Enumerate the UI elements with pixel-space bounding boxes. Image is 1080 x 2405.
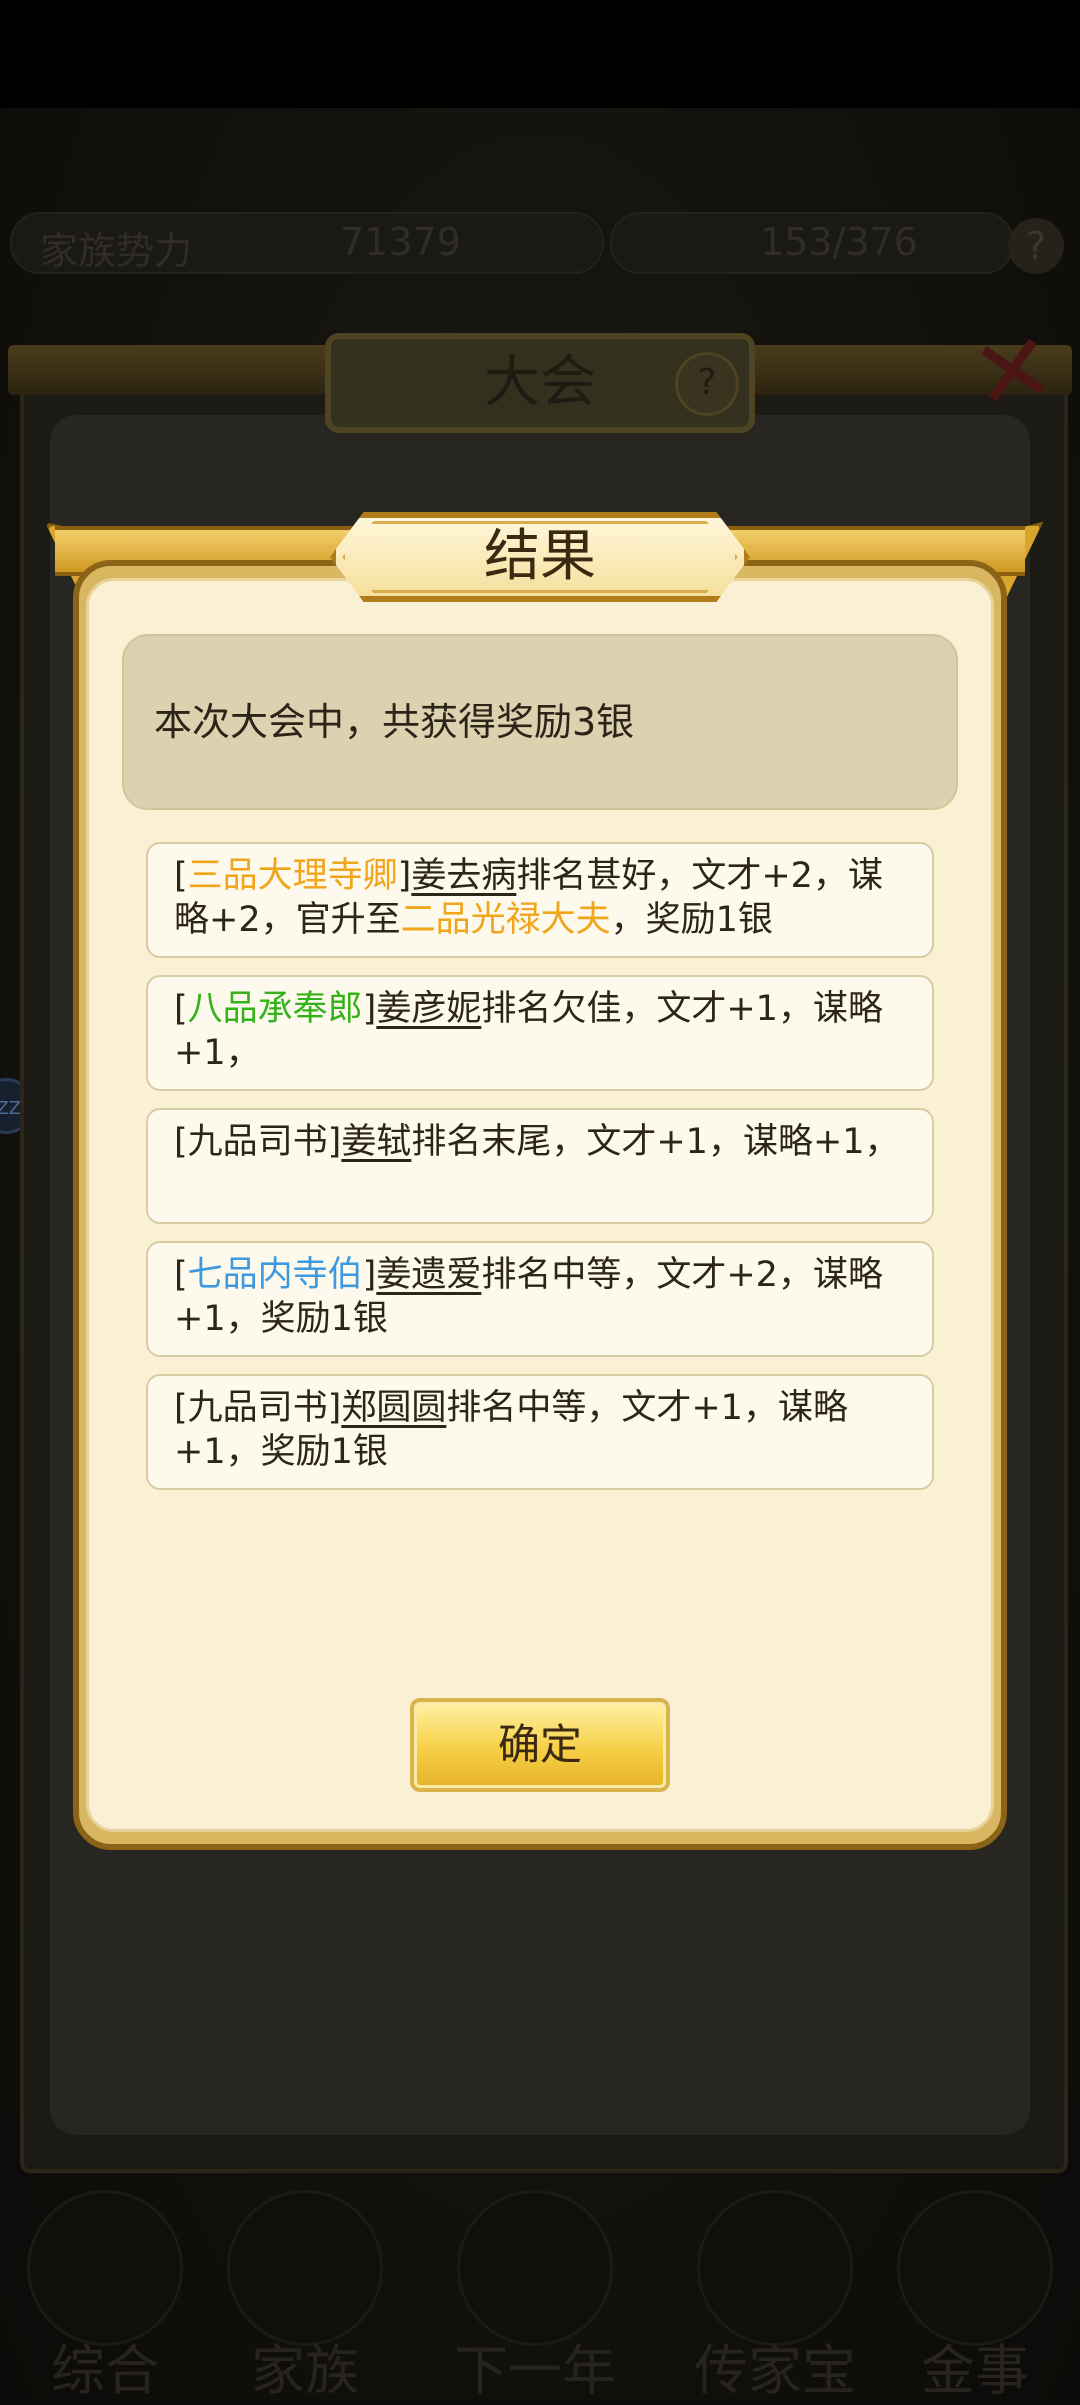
result-entry: [七品内寺伯]姜遗爱排名中等，文才+2，谋略+1，奖励1银 (146, 1241, 934, 1357)
rank-title: 三品大理寺卿 (187, 856, 398, 896)
family-power-label: 家族势力 (40, 229, 193, 273)
member-name[interactable]: 姜彦妮 (376, 989, 481, 1029)
nav-family: 家族 (210, 2190, 400, 2402)
result-title: 结果 (484, 524, 596, 589)
gold-icon (897, 2190, 1053, 2346)
bottom-nav: 综合 家族 下一年 传家宝 金事 (0, 2190, 1080, 2402)
rank-title: 九品司书 (187, 1388, 328, 1428)
promotion-title: 二品光禄大夫 (400, 900, 611, 940)
status-bar (0, 0, 1080, 108)
member-name[interactable]: 姜去病 (411, 856, 516, 896)
heirloom-icon (697, 2190, 853, 2346)
result-entry: [九品司书]姜轼排名末尾，文才+1，谋略+1， (146, 1108, 934, 1224)
result-entry: [九品司书]郑圆圆排名中等，文才+1，谋略+1，奖励1银 (146, 1374, 934, 1490)
family-power-value: 71379 (340, 220, 461, 264)
nav-next-year: 下一年 (440, 2190, 630, 2402)
family-icon (227, 2190, 383, 2346)
question-icon: ? (1008, 218, 1064, 274)
member-name[interactable]: 姜轼 (341, 1122, 411, 1162)
next-year-icon (457, 2190, 613, 2346)
result-entry: [八品承奉郎]姜彦妮排名欠佳，文才+1，谋略+1， (146, 975, 934, 1091)
rank-title: 九品司书 (187, 1122, 328, 1162)
entry-tail: ，奖励1银 (610, 900, 773, 940)
resource-value: 153/376 (760, 220, 918, 264)
question-icon[interactable]: ? (675, 352, 739, 416)
nav-heirloom: 传家宝 (680, 2190, 870, 2402)
nav-overview: 综合 (10, 2190, 200, 2402)
confirm-label: 确定 (497, 1720, 582, 1769)
confirm-button[interactable]: 确定 (410, 1698, 670, 1792)
close-icon[interactable]: ✕ (960, 310, 1066, 434)
nav-gold: 金事 (880, 2190, 1070, 2402)
member-name[interactable]: 姜遗爱 (376, 1255, 481, 1295)
overview-icon (27, 2190, 183, 2346)
member-name[interactable]: 郑圆圆 (341, 1388, 446, 1428)
summary-text: 本次大会中，共获得奖励3银 (154, 700, 635, 744)
entry-text: 排名末尾，文才+1，谋略+1， (411, 1122, 900, 1162)
result-entry: [三品大理寺卿]姜去病排名甚好，文才+2，谋略+2，官升至二品光禄大夫，奖励1银 (146, 842, 934, 958)
rank-title: 七品内寺伯 (187, 1255, 363, 1295)
rank-title: 八品承奉郎 (187, 989, 363, 1029)
